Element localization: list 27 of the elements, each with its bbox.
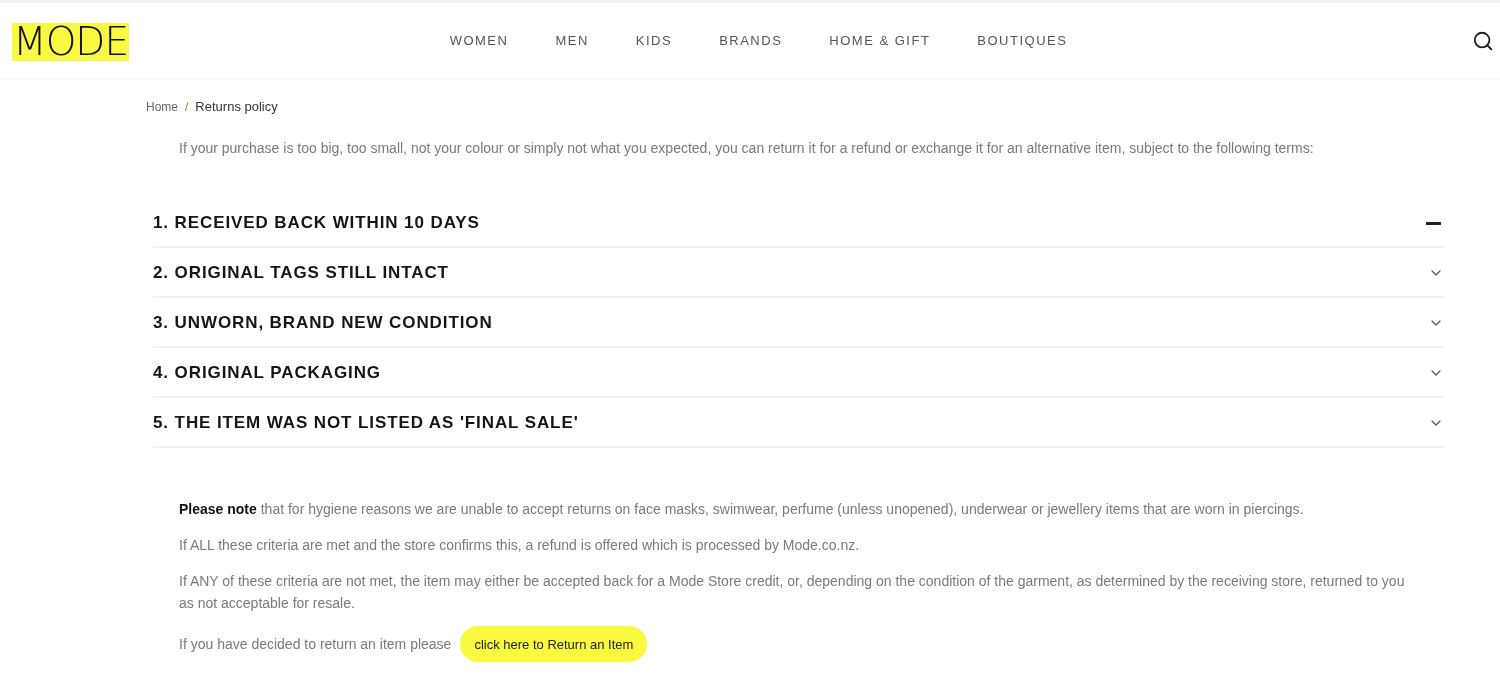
accordion-title: 3. UNWORN, BRAND NEW CONDITION xyxy=(153,313,493,333)
breadcrumb-current: Returns policy xyxy=(195,99,278,114)
nav-link[interactable]: BRANDS xyxy=(719,33,783,48)
note-text: If ANY of these criteria are not met, the item may either be accepted back for a Mode Store credit, or, depending on the condition of the garment, as determined by the receiving store, returned to you as not acceptable for resale. xyxy=(179,572,1406,613)
logo[interactable]: MODE xyxy=(12,22,130,61)
accordion-row[interactable]: 3. UNWORN, BRAND NEW CONDITION xyxy=(153,298,1444,348)
accordion-row[interactable]: 2. ORIGINAL TAGS STILL INTACT xyxy=(153,248,1444,298)
return-item-button[interactable]: click here to Return an Item xyxy=(460,626,648,662)
accordion-title: 4. ORIGINAL PACKAGING xyxy=(153,363,381,383)
breadcrumb-link[interactable]: Home xyxy=(146,100,178,114)
intro-text: If your purchase is too big, too small, not your colour or simply not what you expected, you can return it for a refund or exchange it for an alternative item, subject to the following terms: xyxy=(179,140,1315,156)
accordion-row[interactable]: 5. THE ITEM WAS NOT LISTED AS 'FINAL SALE' xyxy=(153,398,1444,448)
nav-link[interactable]: MEN xyxy=(555,33,589,48)
note-text: Please note that for hygiene reasons we are unable to accept returns on face masks, swimwear, perfume (unless unopened), underwear or jewellery items that are worn in piercings. xyxy=(179,500,1305,519)
accordion-row[interactable]: 1. RECEIVED BACK WITHIN 10 DAYS xyxy=(153,198,1444,248)
nav-link[interactable]: KIDS xyxy=(635,33,673,48)
search-icon[interactable] xyxy=(1472,29,1494,52)
accordion-title: 5. THE ITEM WAS NOT LISTED AS 'FINAL SALE' xyxy=(153,413,579,433)
nav-link[interactable]: WOMEN xyxy=(449,33,509,48)
accordion-title: 1. RECEIVED BACK WITHIN 10 DAYS xyxy=(153,213,480,233)
nav-link[interactable]: BOUTIQUES xyxy=(977,33,1068,48)
nav-link[interactable]: HOME & GIFT xyxy=(829,33,931,48)
accordion-title: 2. ORIGINAL TAGS STILL INTACT xyxy=(153,263,449,283)
note-text: If ALL these criteria are met and the store confirms this, a refund is offered which is processed by Mode.co.nz. xyxy=(179,536,861,555)
breadcrumb-separator: / xyxy=(185,100,189,114)
return-prompt-text: If you have decided to return an item please xyxy=(179,636,452,652)
accordion-row[interactable]: 4. ORIGINAL PACKAGING xyxy=(153,348,1444,398)
